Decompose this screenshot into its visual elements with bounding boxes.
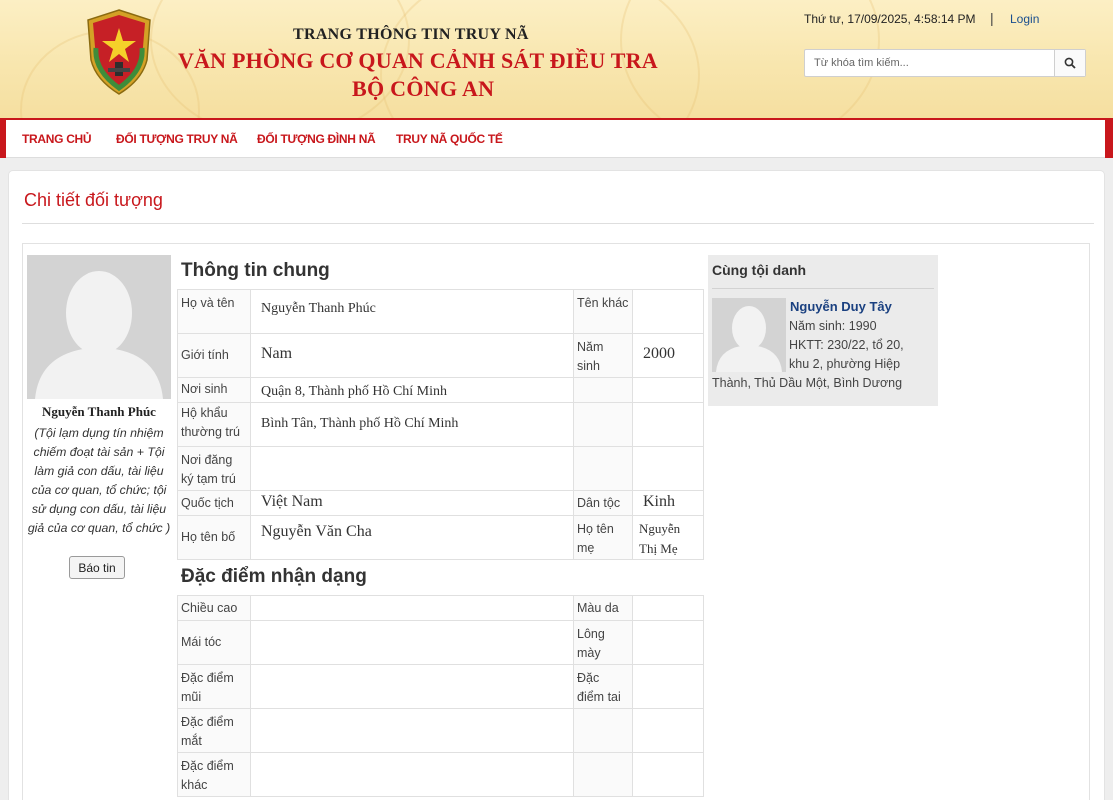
table-row: Giới tính Nam Năm sinh 2000: [177, 333, 704, 378]
birth-year-label: Năm sinh: [573, 333, 633, 378]
ear-label: Đặc điểm tai: [573, 664, 633, 709]
general-info-heading: Thông tin chung: [181, 260, 330, 281]
profile-crime: (Tội lạm dụng tín nhiệm chiếm đoạt tài s…: [27, 426, 171, 535]
nationality-value: Việt Nam: [250, 490, 574, 516]
gender-label: Giới tính: [177, 333, 251, 378]
other-features-label: Đặc điểm khác: [177, 752, 251, 797]
related-name-link[interactable]: Nguyễn Duy Tây: [790, 299, 892, 314]
related-address-line: Thành, Thủ Dầu Một, Bình Dương: [712, 376, 903, 390]
empty-cell: [632, 402, 704, 447]
features-heading: Đặc điểm nhận dạng: [181, 566, 367, 587]
temporary-address-value: [250, 446, 574, 491]
birthplace-label: Nơi sinh: [177, 377, 251, 403]
divider: [22, 223, 1094, 224]
hair-value: [250, 620, 574, 665]
page-title: Chi tiết đối tượng: [24, 190, 163, 210]
login-link[interactable]: Login: [1010, 12, 1039, 26]
skin-color-label: Màu da: [573, 595, 633, 621]
empty-cell: [632, 708, 704, 753]
search-box: [804, 49, 1086, 77]
related-heading: Cùng tội danh: [712, 262, 807, 278]
search-button[interactable]: [1054, 50, 1085, 76]
nav-item-wanted[interactable]: ĐỐI TƯỢNG TRUY NÃ: [116, 132, 238, 146]
table-row: Đặc điểm mắt: [177, 708, 704, 753]
nationality-label: Quốc tịch: [177, 490, 251, 516]
skin-color-value: [632, 595, 704, 621]
empty-cell: [573, 377, 633, 403]
father-name-value: Nguyễn Văn Cha: [250, 515, 574, 560]
table-row: Nơi sinh Quận 8, Thành phố Hồ Chí Minh: [177, 377, 704, 403]
search-input[interactable]: [805, 50, 1055, 76]
empty-cell: [573, 708, 633, 753]
mother-name-value: Nguyễn Thị Mẹ: [632, 515, 704, 560]
empty-cell: [573, 402, 633, 447]
nav-item-international[interactable]: TRUY NÃ QUỐC TẾ: [396, 132, 503, 146]
permanent-address-value: Bình Tân, Thành phố Hồ Chí Minh: [250, 402, 574, 447]
person-placeholder-icon: [27, 255, 171, 399]
current-datetime: Thứ tư, 17/09/2025, 4:58:14 PM: [804, 12, 976, 26]
temporary-address-label: Nơi đăng ký tạm trú: [177, 446, 251, 491]
ethnicity-value: Kinh: [632, 490, 704, 516]
birth-year-value: 2000: [632, 333, 704, 378]
empty-cell: [632, 752, 704, 797]
eye-value: [250, 708, 574, 753]
report-button[interactable]: Báo tin: [69, 556, 125, 579]
features-table: Chiều cao Màu da Mái tóc Lông mày Đặc đi…: [177, 595, 704, 797]
table-row: Nơi đăng ký tạm trú: [177, 446, 704, 491]
permanent-address-label: Hộ khẩu thường trú: [177, 402, 251, 447]
police-emblem-icon[interactable]: [84, 8, 154, 96]
header-separator: |: [990, 10, 994, 26]
site-title-sub: BỘ CÔNG AN: [352, 76, 495, 101]
nose-value: [250, 664, 574, 709]
birthplace-value: Quận 8, Thành phố Hồ Chí Minh: [250, 377, 574, 403]
eyebrow-label: Lông mày: [573, 620, 633, 665]
table-row: Hộ khẩu thường trú Bình Tân, Thành phố H…: [177, 402, 704, 447]
empty-cell: [632, 377, 704, 403]
mother-name-label: Họ tên mẹ: [573, 515, 633, 560]
table-row: Quốc tịch Việt Nam Dân tộc Kinh: [177, 490, 704, 516]
full-name-label: Họ và tên: [177, 289, 251, 334]
empty-cell: [573, 446, 633, 491]
related-address-line: HKTT: 230/22, tổ 20,: [789, 338, 904, 352]
height-label: Chiều cao: [177, 595, 251, 621]
table-row: Họ tên bố Nguyễn Văn Cha Họ tên mẹ Nguyễ…: [177, 515, 704, 560]
nose-label: Đặc điểm mũi: [177, 664, 251, 709]
table-row: Đặc điểm khác: [177, 752, 704, 797]
nav-item-home[interactable]: TRANG CHỦ: [22, 132, 92, 146]
search-icon: [1064, 57, 1076, 69]
hair-label: Mái tóc: [177, 620, 251, 665]
related-address-line: khu 2, phường Hiệp: [789, 357, 901, 371]
site-header: TRANG THÔNG TIN TRUY NÃ VĂN PHÒNG CƠ QUA…: [0, 0, 1113, 118]
eyebrow-value: [632, 620, 704, 665]
eye-label: Đặc điểm mắt: [177, 708, 251, 753]
empty-cell: [573, 752, 633, 797]
related-details: Năm sinh: 1990 HKTT: 230/22, tổ 20, khu …: [712, 317, 934, 393]
full-name-value: Nguyễn Thanh Phúc: [250, 289, 574, 334]
ethnicity-label: Dân tộc: [573, 490, 633, 516]
table-row: Mái tóc Lông mày: [177, 620, 704, 665]
other-name-value: [632, 289, 704, 334]
site-title-small: TRANG THÔNG TIN TRUY NÃ: [293, 26, 529, 43]
ear-value: [632, 664, 704, 709]
main-nav: TRANG CHỦ ĐỐI TƯỢNG TRUY NÃ ĐỐI TƯỢNG ĐÌ…: [0, 118, 1113, 158]
site-title-main: VĂN PHÒNG CƠ QUAN CẢNH SÁT ĐIỀU TRA: [178, 48, 658, 73]
table-row: Đặc điểm mũi Đặc điểm tai: [177, 664, 704, 709]
profile-photo: [27, 255, 171, 399]
general-info-table: Họ và tên Nguyễn Thanh Phúc Tên khác Giớ…: [177, 289, 704, 560]
table-row: Họ và tên Nguyễn Thanh Phúc Tên khác: [177, 289, 704, 334]
profile-name: Nguyễn Thanh Phúc: [42, 404, 156, 419]
nav-item-suspended[interactable]: ĐỐI TƯỢNG ĐÌNH NÃ: [257, 132, 376, 146]
other-features-value: [250, 752, 574, 797]
divider: [712, 288, 934, 289]
father-name-label: Họ tên bố: [177, 515, 251, 560]
empty-cell: [632, 446, 704, 491]
other-name-label: Tên khác: [573, 289, 633, 334]
related-birth: Năm sinh: 1990: [789, 319, 877, 333]
height-value: [250, 595, 574, 621]
table-row: Chiều cao Màu da: [177, 595, 704, 621]
gender-value: Nam: [250, 333, 574, 378]
